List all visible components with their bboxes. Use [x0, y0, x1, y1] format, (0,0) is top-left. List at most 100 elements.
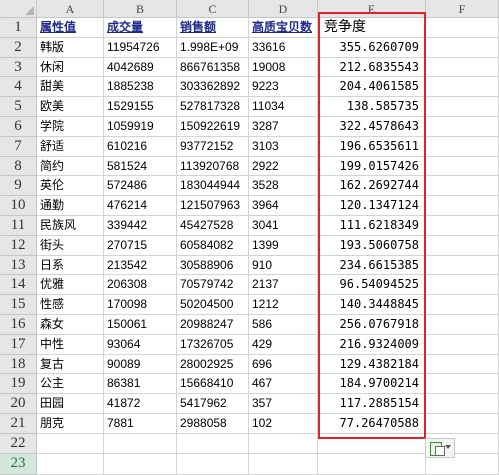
row-header-17[interactable]: 17	[0, 334, 37, 355]
cell-a[interactable]: 学院	[37, 117, 104, 137]
cell-d[interactable]: 696	[249, 354, 318, 375]
cell-d[interactable]: 467	[249, 374, 318, 395]
cell-a[interactable]: 性感	[37, 295, 104, 315]
cell-b[interactable]: 213542	[104, 255, 177, 276]
header-cell-e[interactable]: 竞争度	[318, 18, 426, 38]
cell-d[interactable]: 429	[249, 334, 318, 355]
cell-c[interactable]: 527817328	[177, 97, 249, 117]
cell-b[interactable]: 1529155	[104, 97, 177, 117]
row-header-4[interactable]: 4	[0, 77, 37, 98]
cell-d[interactable]: 1399	[249, 235, 318, 256]
cell-c[interactable]: 303362892	[177, 77, 249, 98]
row-header-22[interactable]: 22	[0, 433, 37, 454]
cell-e[interactable]: 77.26470588	[318, 414, 426, 434]
empty-cell[interactable]	[426, 216, 499, 236]
cell-c[interactable]: 50204500	[177, 295, 249, 315]
empty-cell[interactable]	[37, 453, 104, 475]
cell-e[interactable]: 216.9324009	[318, 334, 426, 355]
row-header-19[interactable]: 19	[0, 374, 37, 395]
select-all-corner[interactable]	[0, 0, 37, 18]
spreadsheet-grid[interactable]: ABCDEF 1 2 3 4 5 6 7 8 9 10 11 12 13 14 15 16 17 18 19 20 21…	[0, 0, 499, 475]
cell-b[interactable]: 610216	[104, 136, 177, 157]
cell-d[interactable]: 2137	[249, 275, 318, 296]
empty-cell[interactable]	[426, 315, 499, 335]
empty-cell[interactable]	[426, 176, 499, 197]
row-header-18[interactable]: 18	[0, 354, 37, 375]
cell-a[interactable]: 朋克	[37, 414, 104, 434]
cell-c[interactable]: 121507963	[177, 196, 249, 216]
cell-b[interactable]: 581524	[104, 156, 177, 177]
empty-cell[interactable]	[318, 433, 426, 454]
cell-d[interactable]: 102	[249, 414, 318, 434]
empty-cell[interactable]	[426, 295, 499, 315]
cell-e[interactable]: 355.6260709	[318, 37, 426, 58]
column-header-e[interactable]: E	[318, 0, 426, 18]
cell-e[interactable]: 111.6218349	[318, 216, 426, 236]
column-header-b[interactable]: B	[104, 0, 177, 18]
empty-cell[interactable]	[426, 77, 499, 98]
cell-b[interactable]: 11954726	[104, 37, 177, 58]
cell-e[interactable]: 140.3448845	[318, 295, 426, 315]
column-header-f[interactable]: F	[426, 0, 499, 18]
cell-e[interactable]: 120.1347124	[318, 196, 426, 216]
empty-cell[interactable]	[177, 453, 249, 475]
cell-d[interactable]: 19008	[249, 57, 318, 78]
cell-e[interactable]: 199.0157426	[318, 156, 426, 177]
cell-e[interactable]: 129.4382184	[318, 354, 426, 375]
cell-c[interactable]: 93772152	[177, 136, 249, 157]
cell-b[interactable]: 170098	[104, 295, 177, 315]
empty-cell[interactable]	[426, 156, 499, 177]
column-header-c[interactable]: C	[177, 0, 249, 18]
cell-c[interactable]: 60584082	[177, 235, 249, 256]
cell-c[interactable]: 183044944	[177, 176, 249, 197]
cell-a[interactable]: 街头	[37, 235, 104, 256]
cell-a[interactable]: 甜美	[37, 77, 104, 98]
cell-b[interactable]: 206308	[104, 275, 177, 296]
cell-a[interactable]: 舒适	[37, 136, 104, 157]
empty-cell[interactable]	[426, 57, 499, 78]
cell-c[interactable]: 70579742	[177, 275, 249, 296]
cell-c[interactable]: 28002925	[177, 354, 249, 375]
cell-a[interactable]: 公主	[37, 374, 104, 395]
cell-d[interactable]: 910	[249, 255, 318, 276]
cell-e[interactable]: 162.2692744	[318, 176, 426, 197]
cell-b[interactable]: 41872	[104, 394, 177, 414]
empty-cell[interactable]	[426, 18, 499, 38]
cell-b[interactable]: 150061	[104, 315, 177, 335]
cell-a[interactable]: 英伦	[37, 176, 104, 197]
cell-c[interactable]: 45427528	[177, 216, 249, 236]
cell-b[interactable]: 86381	[104, 374, 177, 395]
cell-c[interactable]: 150922619	[177, 117, 249, 137]
cell-d[interactable]: 11034	[249, 97, 318, 117]
row-header-6[interactable]: 6	[0, 117, 37, 137]
cell-a[interactable]: 优雅	[37, 275, 104, 296]
cell-c[interactable]: 5417962	[177, 394, 249, 414]
cell-a[interactable]: 日系	[37, 255, 104, 276]
cell-d[interactable]: 3964	[249, 196, 318, 216]
cell-a[interactable]: 复古	[37, 354, 104, 375]
cell-b[interactable]: 1885238	[104, 77, 177, 98]
row-header-20[interactable]: 20	[0, 394, 37, 414]
cell-d[interactable]: 586	[249, 315, 318, 335]
cell-e[interactable]: 204.4061585	[318, 77, 426, 98]
cell-a[interactable]: 韩版	[37, 37, 104, 58]
row-header-14[interactable]: 14	[0, 275, 37, 296]
cell-b[interactable]: 90089	[104, 354, 177, 375]
cell-c[interactable]: 15668410	[177, 374, 249, 395]
cell-e[interactable]: 138.585735	[318, 97, 426, 117]
cell-b[interactable]: 476214	[104, 196, 177, 216]
empty-cell[interactable]	[426, 97, 499, 117]
cell-c[interactable]: 113920768	[177, 156, 249, 177]
cell-a[interactable]: 欧美	[37, 97, 104, 117]
header-cell-b[interactable]: 成交量	[104, 18, 177, 38]
header-cell-a[interactable]: 属性值	[37, 18, 104, 38]
cell-b[interactable]: 7881	[104, 414, 177, 434]
cell-c[interactable]: 2988058	[177, 414, 249, 434]
cell-a[interactable]: 简约	[37, 156, 104, 177]
row-header-2[interactable]: 2	[0, 37, 37, 58]
empty-cell[interactable]	[104, 453, 177, 475]
empty-cell[interactable]	[426, 374, 499, 395]
empty-cell[interactable]	[37, 433, 104, 454]
cell-d[interactable]: 3041	[249, 216, 318, 236]
cell-a[interactable]: 田园	[37, 394, 104, 414]
